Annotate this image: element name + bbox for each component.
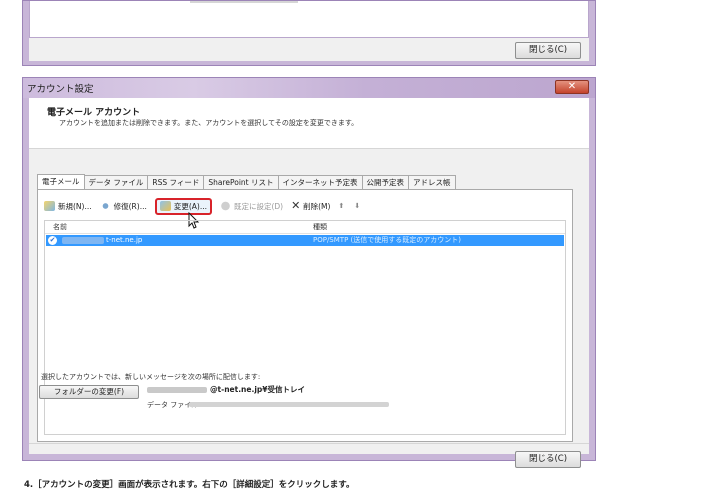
previous-window: 閉じる(C): [22, 0, 596, 66]
repair-label: 修復(R)...: [113, 201, 147, 211]
dialog-client: 電子メール アカウント アカウントを追加または削除できます。また、アカウントを選…: [29, 98, 589, 468]
tab-sharepoint-lists[interactable]: SharePoint リスト: [203, 175, 279, 190]
dialog-header: 電子メール アカウント アカウントを追加または削除できます。また、アカウントを選…: [29, 98, 589, 149]
account-list-header: 名前 種類: [45, 221, 565, 234]
new-account-icon: [44, 201, 55, 211]
previous-close-button[interactable]: 閉じる(C): [515, 42, 581, 59]
delete-button[interactable]: ✕ 削除(M): [291, 199, 331, 212]
move-up-button[interactable]: ⬆: [338, 202, 344, 210]
header-title: 電子メール アカウント: [47, 108, 141, 118]
redacted-account-name: [62, 237, 104, 244]
title-bar: アカウント設定 ✕: [23, 78, 595, 98]
step-caption: 4.［アカウントの変更］画面が表示されます。右下の［詳細設定］をクリックします。: [24, 480, 355, 490]
set-default-button[interactable]: 既定に設定(D): [219, 201, 284, 212]
tab-rss-feeds[interactable]: RSS フィード: [147, 175, 205, 190]
new-account-button[interactable]: 新規(N)...: [44, 201, 92, 212]
repair-button[interactable]: 修復(R)...: [99, 201, 147, 212]
tab-published-calendars[interactable]: 公開予定表: [361, 175, 410, 190]
footer-divider: [29, 443, 589, 444]
delivery-folder-path: @t-net.ne.jp¥受信トレイ: [210, 385, 305, 394]
window-close-button[interactable]: ✕: [555, 80, 589, 94]
previous-window-footer: 閉じる(C): [29, 38, 589, 61]
tab-address-books[interactable]: アドレス帳: [408, 175, 456, 190]
column-name[interactable]: 名前: [53, 221, 67, 233]
dialog-title: アカウント設定: [27, 84, 94, 95]
new-account-label: 新規(N)...: [58, 201, 92, 211]
column-type[interactable]: 種類: [313, 221, 327, 233]
change-folder-button[interactable]: フォルダーの変更(F): [39, 385, 139, 399]
previous-window-content: [29, 1, 589, 38]
tab-internet-calendars[interactable]: インターネット予定表: [277, 175, 363, 190]
delete-label: 削除(M): [303, 201, 331, 211]
account-toolbar: 新規(N)... 修復(R)... 変更(A)... 既定に設定(D) ✕ 削除…: [44, 197, 370, 215]
set-default-icon: [219, 201, 231, 211]
delete-icon: ✕: [291, 199, 301, 212]
tab-data-files[interactable]: データ ファイル: [83, 175, 149, 190]
tab-strip: 電子メール データ ファイル RSS フィード SharePoint リスト イ…: [37, 174, 456, 190]
set-default-label: 既定に設定(D): [233, 201, 284, 211]
change-icon: [159, 201, 171, 211]
change-label: 変更(A)...: [173, 201, 207, 211]
account-name: t-net.ne.jp: [106, 236, 143, 244]
redacted-data-file-path: [189, 402, 389, 407]
header-description: アカウントを追加または削除できます。また、アカウントを選択してその設定を変更でき…: [59, 119, 359, 127]
delivery-description: 選択したアカウントでは、新しいメッセージを次の場所に配信します:: [41, 373, 261, 381]
default-account-check-icon: ✔: [48, 236, 57, 245]
account-settings-dialog: アカウント設定 ✕ 電子メール アカウント アカウントを追加または削除できます。…: [22, 77, 596, 468]
account-row[interactable]: ✔ t-net.ne.jp POP/SMTP (送信で使用する既定のアカウント): [46, 235, 564, 246]
tab-email[interactable]: 電子メール: [37, 174, 85, 190]
change-button[interactable]: 変更(A)...: [154, 197, 212, 215]
repair-icon: [99, 201, 111, 211]
close-button[interactable]: 閉じる(C): [515, 451, 581, 468]
redacted-folder-user: [147, 387, 207, 393]
account-type: POP/SMTP (送信で使用する既定のアカウント): [313, 236, 461, 244]
move-down-button[interactable]: ⬇: [354, 202, 360, 210]
